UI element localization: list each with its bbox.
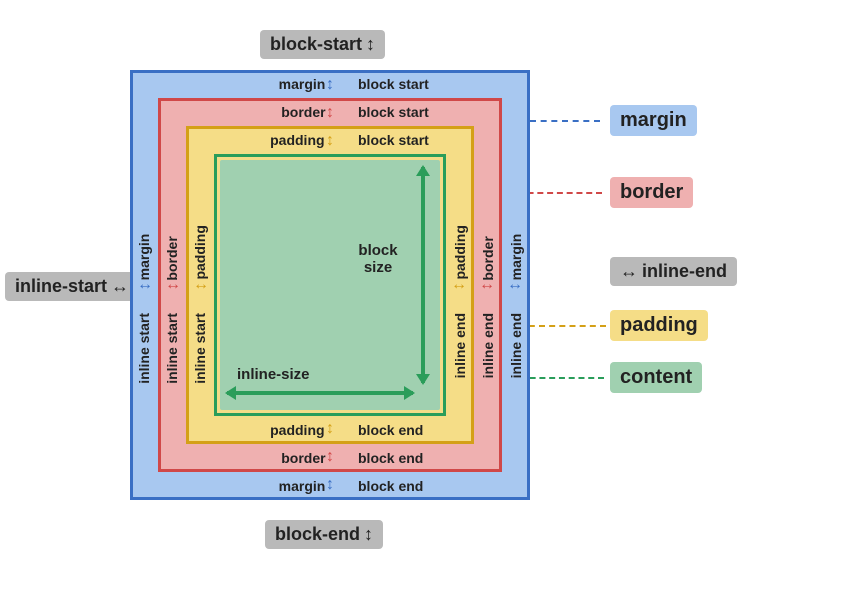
inline-start-text: inline-start — [15, 276, 107, 297]
padding-label-bot-l: padding — [270, 422, 324, 438]
leftright-arrow-icon: ↔ — [191, 275, 211, 295]
legend-margin: margin — [610, 105, 697, 136]
block-size-arrow-icon — [421, 167, 425, 383]
leftright-arrow-icon: ↔ — [163, 275, 183, 295]
leftright-arrow-icon: ↔ — [620, 261, 638, 282]
updown-arrow-icon: ↕ — [320, 75, 340, 95]
margin-label-top-r: block start — [358, 76, 429, 92]
updown-arrow-icon: ↕ — [320, 419, 340, 439]
margin-label-right-t: margin — [508, 234, 524, 281]
updown-arrow-icon: ↕ — [366, 34, 375, 55]
leftright-arrow-icon: ↔ — [449, 275, 469, 295]
inline-size-label: inline-size — [237, 366, 310, 383]
updown-arrow-icon: ↕ — [320, 447, 340, 467]
block-end-text: block-end — [275, 524, 360, 545]
block-end-label: block-end ↕ — [265, 520, 383, 549]
margin-label-right-b: inline end — [508, 313, 524, 378]
legend-padding: padding — [610, 310, 708, 341]
block-start-label: block-start ↕ — [260, 30, 385, 59]
border-label-top-l: border — [281, 104, 325, 120]
margin-box: margin ↕ block start margin ↕ block end … — [130, 70, 530, 500]
border-label-bot-r: block end — [358, 450, 423, 466]
legend-margin-text: margin — [610, 105, 697, 136]
margin-label-top-l: margin — [279, 76, 326, 92]
padding-label-left-b: inline start — [192, 313, 208, 384]
updown-arrow-icon: ↕ — [320, 475, 340, 495]
legend-border-text: border — [610, 177, 693, 208]
border-label-top-r: block start — [358, 104, 429, 120]
updown-arrow-icon: ↕ — [320, 103, 340, 123]
leftright-arrow-icon: ↔ — [111, 276, 129, 297]
border-box: border ↕ block start border ↕ block end … — [158, 98, 502, 472]
border-label-right-t: border — [480, 236, 496, 280]
border-label-bot-l: border — [281, 450, 325, 466]
leftright-arrow-icon: ↔ — [135, 275, 155, 295]
updown-arrow-icon: ↕ — [320, 131, 340, 151]
padding-label-right-b: inline end — [452, 313, 468, 378]
padding-label-top-l: padding — [270, 132, 324, 148]
border-label-left-t: border — [164, 236, 180, 280]
padding-label-bot-r: block end — [358, 422, 423, 438]
padding-label-right-t: padding — [452, 225, 468, 279]
legend-content: content — [610, 362, 702, 393]
inline-size-arrow-icon — [227, 391, 413, 395]
padding-box: padding ↕ block start padding ↕ block en… — [186, 126, 474, 444]
margin-label-bot-l: margin — [279, 478, 326, 494]
leftright-arrow-icon: ↔ — [505, 275, 525, 295]
margin-label-left-t: margin — [136, 234, 152, 281]
padding-label-left-t: padding — [192, 225, 208, 279]
content-box: block size inline-size — [214, 154, 446, 416]
legend-line-margin — [530, 120, 600, 122]
leftright-arrow-icon: ↔ — [477, 275, 497, 295]
diagram-area: margin ↕ block start margin ↕ block end … — [130, 70, 530, 500]
border-label-right-b: inline end — [480, 313, 496, 378]
updown-arrow-icon: ↕ — [364, 524, 373, 545]
block-size-label: block size — [353, 242, 403, 276]
inline-end-text: inline-end — [642, 261, 727, 282]
padding-label-top-r: block start — [358, 132, 429, 148]
margin-label-left-b: inline start — [136, 313, 152, 384]
legend-padding-text: padding — [610, 310, 708, 341]
margin-label-bot-r: block end — [358, 478, 423, 494]
inline-start-label: inline-start ↔ — [5, 272, 139, 301]
legend-content-text: content — [610, 362, 702, 393]
inline-end-label: ↔ inline-end — [610, 257, 737, 286]
block-start-text: block-start — [270, 34, 362, 55]
border-label-left-b: inline start — [164, 313, 180, 384]
legend-border: border — [610, 177, 693, 208]
